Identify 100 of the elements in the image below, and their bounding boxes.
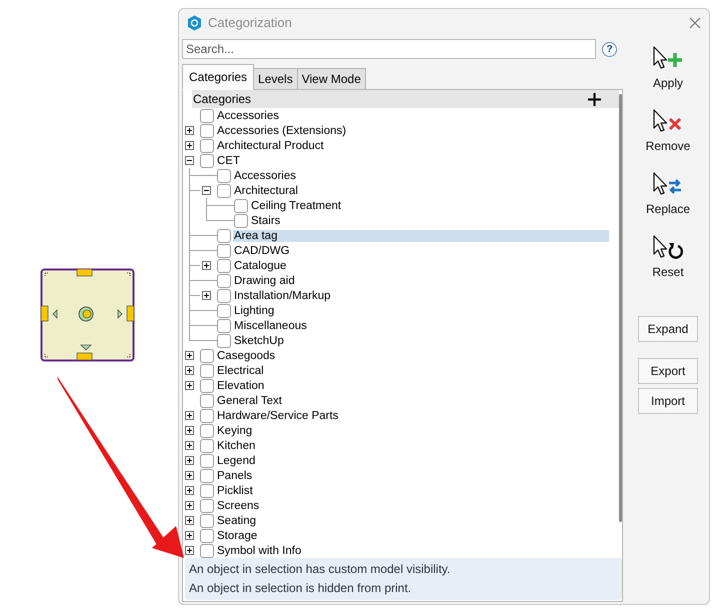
tree-item[interactable]: Catalogue — [233, 260, 288, 272]
tree-item[interactable]: Casegoods — [216, 350, 276, 362]
checkbox[interactable] — [234, 198, 248, 212]
tree-item[interactable]: Elevation — [216, 380, 266, 392]
expand-button[interactable]: Expand — [638, 316, 698, 342]
close-icon[interactable] — [689, 16, 701, 28]
file-button[interactable]: Import — [638, 388, 698, 414]
tree-item[interactable]: Accessories — [233, 170, 297, 182]
checkbox[interactable] — [217, 184, 231, 198]
expand-icon[interactable] — [186, 442, 194, 450]
expand-icon[interactable] — [186, 516, 194, 524]
checkbox[interactable] — [200, 468, 214, 482]
cursor-reset-icon — [652, 235, 684, 261]
tree-item[interactable]: Accessories — [216, 110, 280, 122]
checkbox[interactable] — [200, 408, 214, 422]
tree-item[interactable]: Hardware/Service Parts — [216, 410, 340, 422]
checkbox[interactable] — [200, 528, 214, 542]
expand-icon[interactable] — [186, 532, 194, 540]
help-button[interactable]: ? — [602, 42, 617, 56]
expand-icon[interactable] — [186, 126, 194, 134]
expand-icon[interactable] — [186, 472, 194, 480]
checkbox[interactable] — [200, 108, 214, 122]
expand-icon[interactable] — [186, 456, 194, 464]
tree-item[interactable]: Panels — [216, 470, 254, 482]
checkbox[interactable] — [200, 138, 214, 152]
tree-item[interactable]: General Text — [216, 394, 283, 406]
collapse-icon[interactable] — [186, 156, 194, 164]
tree-item[interactable]: Storage — [216, 530, 258, 542]
expand-icon[interactable] — [202, 292, 210, 300]
checkbox[interactable] — [200, 484, 214, 498]
expand-icon[interactable] — [202, 262, 210, 270]
tree-item[interactable]: Electrical — [216, 364, 265, 376]
checkbox[interactable] — [200, 454, 214, 468]
scrollbar[interactable] — [619, 94, 622, 522]
tree-item[interactable]: Legend — [216, 454, 256, 466]
expand-icon[interactable] — [186, 426, 194, 434]
expand-icon[interactable] — [186, 412, 194, 420]
tree-item[interactable]: CAD/DWG — [233, 244, 291, 256]
apply-button[interactable]: Apply — [652, 46, 684, 109]
expand-icon[interactable] — [186, 366, 194, 374]
checkbox[interactable] — [217, 334, 231, 348]
checkbox[interactable] — [200, 424, 214, 438]
tree-item[interactable]: Keying — [216, 424, 254, 436]
search-field[interactable]: Search... — [182, 39, 596, 59]
expand-icon[interactable] — [186, 382, 194, 390]
checkbox[interactable] — [217, 304, 231, 318]
checkbox[interactable] — [200, 348, 214, 362]
checkbox[interactable] — [200, 498, 214, 512]
expand-icon[interactable] — [186, 546, 194, 554]
tree-item[interactable]: Picklist — [216, 484, 254, 496]
checkbox[interactable] — [200, 364, 214, 378]
tree-item[interactable]: Ceiling Treatment — [250, 200, 342, 212]
checkbox[interactable] — [200, 124, 214, 138]
checkbox[interactable] — [200, 544, 214, 558]
checkbox[interactable] — [200, 394, 214, 408]
tab[interactable]: Levels — [253, 68, 298, 90]
checkbox[interactable] — [217, 168, 231, 182]
tree-item[interactable]: Drawing aid — [233, 274, 296, 286]
app-icon — [187, 14, 202, 30]
collapse-icon[interactable] — [202, 186, 210, 194]
add-icon[interactable] — [588, 92, 601, 106]
tab[interactable]: Categories — [182, 64, 254, 90]
tree-item[interactable]: Accessories (Extensions) — [216, 124, 348, 136]
tree-item[interactable]: CET — [216, 154, 241, 166]
checkbox[interactable] — [217, 244, 231, 258]
reset-button[interactable]: Reset — [652, 235, 684, 298]
expand-icon[interactable] — [186, 142, 194, 150]
tree-item[interactable]: Installation/Markup — [233, 290, 332, 302]
tree-item[interactable]: Seating — [216, 514, 258, 526]
tree-item[interactable]: Symbol with Info — [216, 544, 302, 556]
tree-item[interactable]: Architectural — [233, 184, 299, 196]
status-message: An object in selection is hidden from print. — [189, 580, 412, 597]
expand-icon[interactable] — [186, 486, 194, 494]
header-label: Categories — [193, 92, 252, 106]
remove-button[interactable]: Remove — [646, 109, 690, 172]
checkbox[interactable] — [217, 274, 231, 288]
tree-item[interactable]: Stairs — [250, 214, 282, 226]
tree-item[interactable]: Kitchen — [216, 440, 256, 452]
tree-item[interactable]: Screens — [216, 500, 260, 512]
tree-item[interactable]: Architectural Product — [216, 140, 325, 152]
checkbox[interactable] — [200, 154, 214, 168]
tree-item[interactable]: SketchUp — [233, 334, 285, 346]
checkbox[interactable] — [200, 438, 214, 452]
tree-item[interactable]: Lighting — [233, 304, 276, 316]
tree-item[interactable]: Area tag — [233, 230, 609, 242]
expand-icon[interactable] — [186, 352, 194, 360]
window-title: Categorization — [208, 15, 293, 30]
checkbox[interactable] — [217, 258, 231, 272]
checkbox[interactable] — [217, 288, 231, 302]
checkbox[interactable] — [200, 378, 214, 392]
checkbox[interactable] — [200, 514, 214, 528]
tree-item[interactable]: Miscellaneous — [233, 320, 308, 332]
tab[interactable]: View Mode — [296, 68, 366, 90]
checkbox[interactable] — [234, 214, 248, 228]
checkbox[interactable] — [217, 228, 231, 242]
replace-button[interactable]: Replace — [646, 172, 690, 235]
status-message: An object in selection has custom model visibility. — [189, 561, 452, 578]
checkbox[interactable] — [217, 318, 231, 332]
expand-icon[interactable] — [186, 502, 194, 510]
file-button[interactable]: Export — [638, 358, 698, 384]
